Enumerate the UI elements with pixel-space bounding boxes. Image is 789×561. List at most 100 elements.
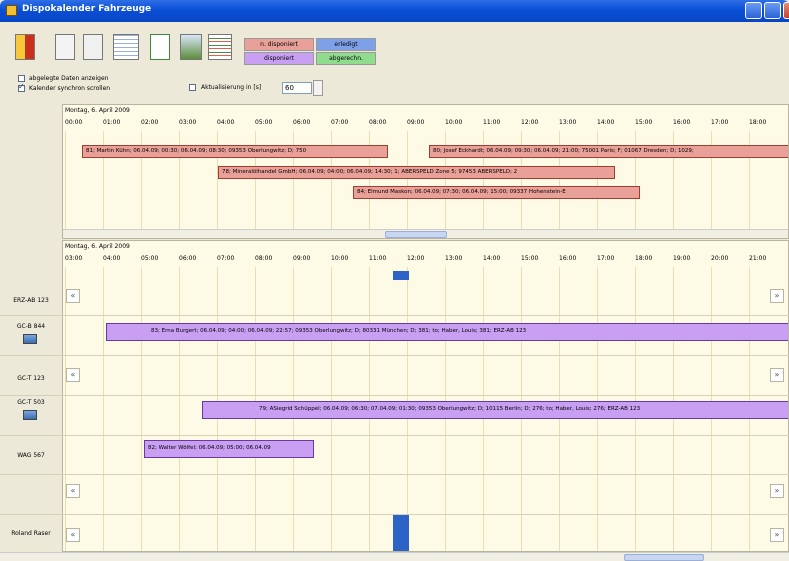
aktualisierung-checkbox[interactable] [189, 84, 196, 91]
list-icon[interactable] [208, 34, 232, 60]
window-title: Dispokalender Fahrzeuge [22, 4, 152, 14]
calendar-week-icon[interactable] [83, 34, 103, 60]
refresh-icon[interactable] [150, 34, 170, 60]
hour-label: 15:00 [521, 255, 539, 262]
hour-label: 15:00 [635, 119, 653, 126]
hour-label: 17:00 [711, 119, 729, 126]
legend-abgerechnet: abgerechn. [316, 52, 376, 65]
current-time-marker [393, 271, 409, 280]
hour-label: 10:00 [331, 255, 349, 262]
hour-label: 06:00 [179, 255, 197, 262]
top-horizontal-scrollbar[interactable] [63, 229, 788, 238]
bottom-calendar-panel: Montag, 6. April 2009 03:00 04:00 05:00 06:… [62, 240, 789, 552]
top-booking-78[interactable]: 78; Mineralölhandel GmbH; 06.04.09; 04:0… [218, 166, 615, 179]
row6-next-button[interactable]: » [770, 484, 784, 498]
booking-79[interactable]: 79; ASiegrid Schüppel; 06.04.09; 06:30; … [202, 401, 788, 419]
bottom-horizontal-scrollbar[interactable] [0, 552, 789, 561]
hour-label: 02:00 [141, 119, 159, 126]
vehicle-bus-icon [23, 334, 37, 344]
hour-label: 03:00 [179, 119, 197, 126]
title-bar: Dispokalender Fahrzeuge [0, 0, 789, 22]
vehicle-label: ERZ-AB 123 [13, 297, 49, 304]
bottom-hour-header: 03:00 04:00 05:00 06:00 07:00 08:00 09:00 10:00… [65, 255, 788, 265]
abgelegte-daten-label: abgelegte Daten anzeigen [29, 75, 109, 82]
calendar-day-icon[interactable] [55, 34, 75, 60]
hour-label: 11:00 [483, 119, 501, 126]
hour-label: 13:00 [559, 119, 577, 126]
hour-label: 08:00 [369, 119, 387, 126]
hour-label: 18:00 [749, 119, 767, 126]
row3-prev-button[interactable]: « [66, 368, 80, 382]
bottom-calendar-date: Montag, 6. April 2009 [65, 243, 130, 250]
aktualisierung-input[interactable]: 60 [282, 82, 312, 94]
booking-83[interactable]: 83; Erna Burgert; 06.04.09; 04:00; 06.04… [106, 323, 788, 341]
vehicle-label: GC-T 503 [17, 399, 45, 406]
top-booking-81[interactable]: 81; Martin Kühn; 06.04.09; 00:30; 06.04.… [82, 145, 388, 158]
row6-prev-button[interactable]: « [66, 484, 80, 498]
hour-label: 03:00 [65, 255, 83, 262]
hour-label: 07:00 [331, 119, 349, 126]
hour-label: 07:00 [217, 255, 235, 262]
row1-prev-button[interactable]: « [66, 289, 80, 303]
vehicle-label: GC-T 123 [17, 375, 45, 382]
hour-label: 12:00 [407, 255, 425, 262]
hour-gridline [65, 267, 66, 551]
hour-label: 16:00 [673, 119, 691, 126]
hour-label: 04:00 [217, 119, 235, 126]
top-calendar-date: Montag, 6. April 2009 [65, 107, 130, 114]
row-divider [0, 315, 789, 316]
row-divider [0, 395, 789, 396]
maximize-button[interactable] [764, 2, 781, 19]
minimize-button[interactable] [745, 2, 762, 19]
hour-label: 14:00 [597, 119, 615, 126]
vehicle-bus-icon [23, 410, 37, 420]
exit-icon[interactable] [15, 34, 35, 60]
hour-label: 00:00 [65, 119, 83, 126]
current-time-bar [393, 515, 409, 551]
hour-label: 16:00 [559, 255, 577, 262]
hour-gridline [103, 267, 104, 551]
hour-label: 06:00 [293, 119, 311, 126]
hour-gridline [407, 131, 408, 238]
abgelegte-daten-checkbox[interactable] [18, 75, 25, 82]
hour-label: 10:00 [445, 119, 463, 126]
row7-next-button[interactable]: » [770, 528, 784, 542]
booking-82[interactable]: 82; Walter Wölfel; 06.04.09; 05:00; 06.0… [144, 440, 314, 458]
top-scroll-thumb[interactable] [385, 231, 447, 238]
hour-label: 08:00 [255, 255, 273, 262]
stack-icon[interactable] [180, 34, 202, 60]
close-button[interactable] [783, 2, 789, 19]
hour-label: 04:00 [103, 255, 121, 262]
legend-disponiert: disponiert [244, 52, 314, 65]
hour-label: 18:00 [635, 255, 653, 262]
hour-gridline [65, 131, 66, 238]
row3-next-button[interactable]: » [770, 368, 784, 382]
top-booking-84[interactable]: 84; Elmund Maskon; 06.04.09; 07:30; 06.0… [353, 186, 640, 199]
sync-scroll-label: Kalender synchron scrollen [29, 85, 111, 92]
row-divider [0, 514, 789, 515]
hour-label: 13:00 [445, 255, 463, 262]
row1-next-button[interactable]: » [770, 289, 784, 303]
top-booking-80[interactable]: 80; Josef Eckhardt; 06.04.09; 09:30; 06.… [429, 145, 788, 158]
vehicle-label: GC-B 844 [16, 323, 46, 330]
legend-erledigt: erledigt [316, 38, 376, 51]
row-divider [0, 435, 789, 436]
row-divider [0, 355, 789, 356]
hour-label: 20:00 [711, 255, 729, 262]
hour-label: 21:00 [749, 255, 767, 262]
app-icon [6, 5, 17, 16]
hour-label: 09:00 [407, 119, 425, 126]
hour-label: 14:00 [483, 255, 501, 262]
row7-prev-button[interactable]: « [66, 528, 80, 542]
hour-label: 17:00 [597, 255, 615, 262]
hour-label: 12:00 [521, 119, 539, 126]
calendar-month-icon[interactable] [113, 34, 139, 60]
hour-label: 19:00 [673, 255, 691, 262]
hour-label: 01:00 [103, 119, 121, 126]
hour-label: 05:00 [141, 255, 159, 262]
bottom-scroll-thumb[interactable] [624, 554, 704, 561]
aktualisierung-spinner[interactable] [313, 80, 323, 96]
sync-scroll-checkbox[interactable] [18, 82, 25, 92]
hour-gridline [141, 267, 142, 551]
vehicle-label: WAG 567 [17, 452, 45, 459]
